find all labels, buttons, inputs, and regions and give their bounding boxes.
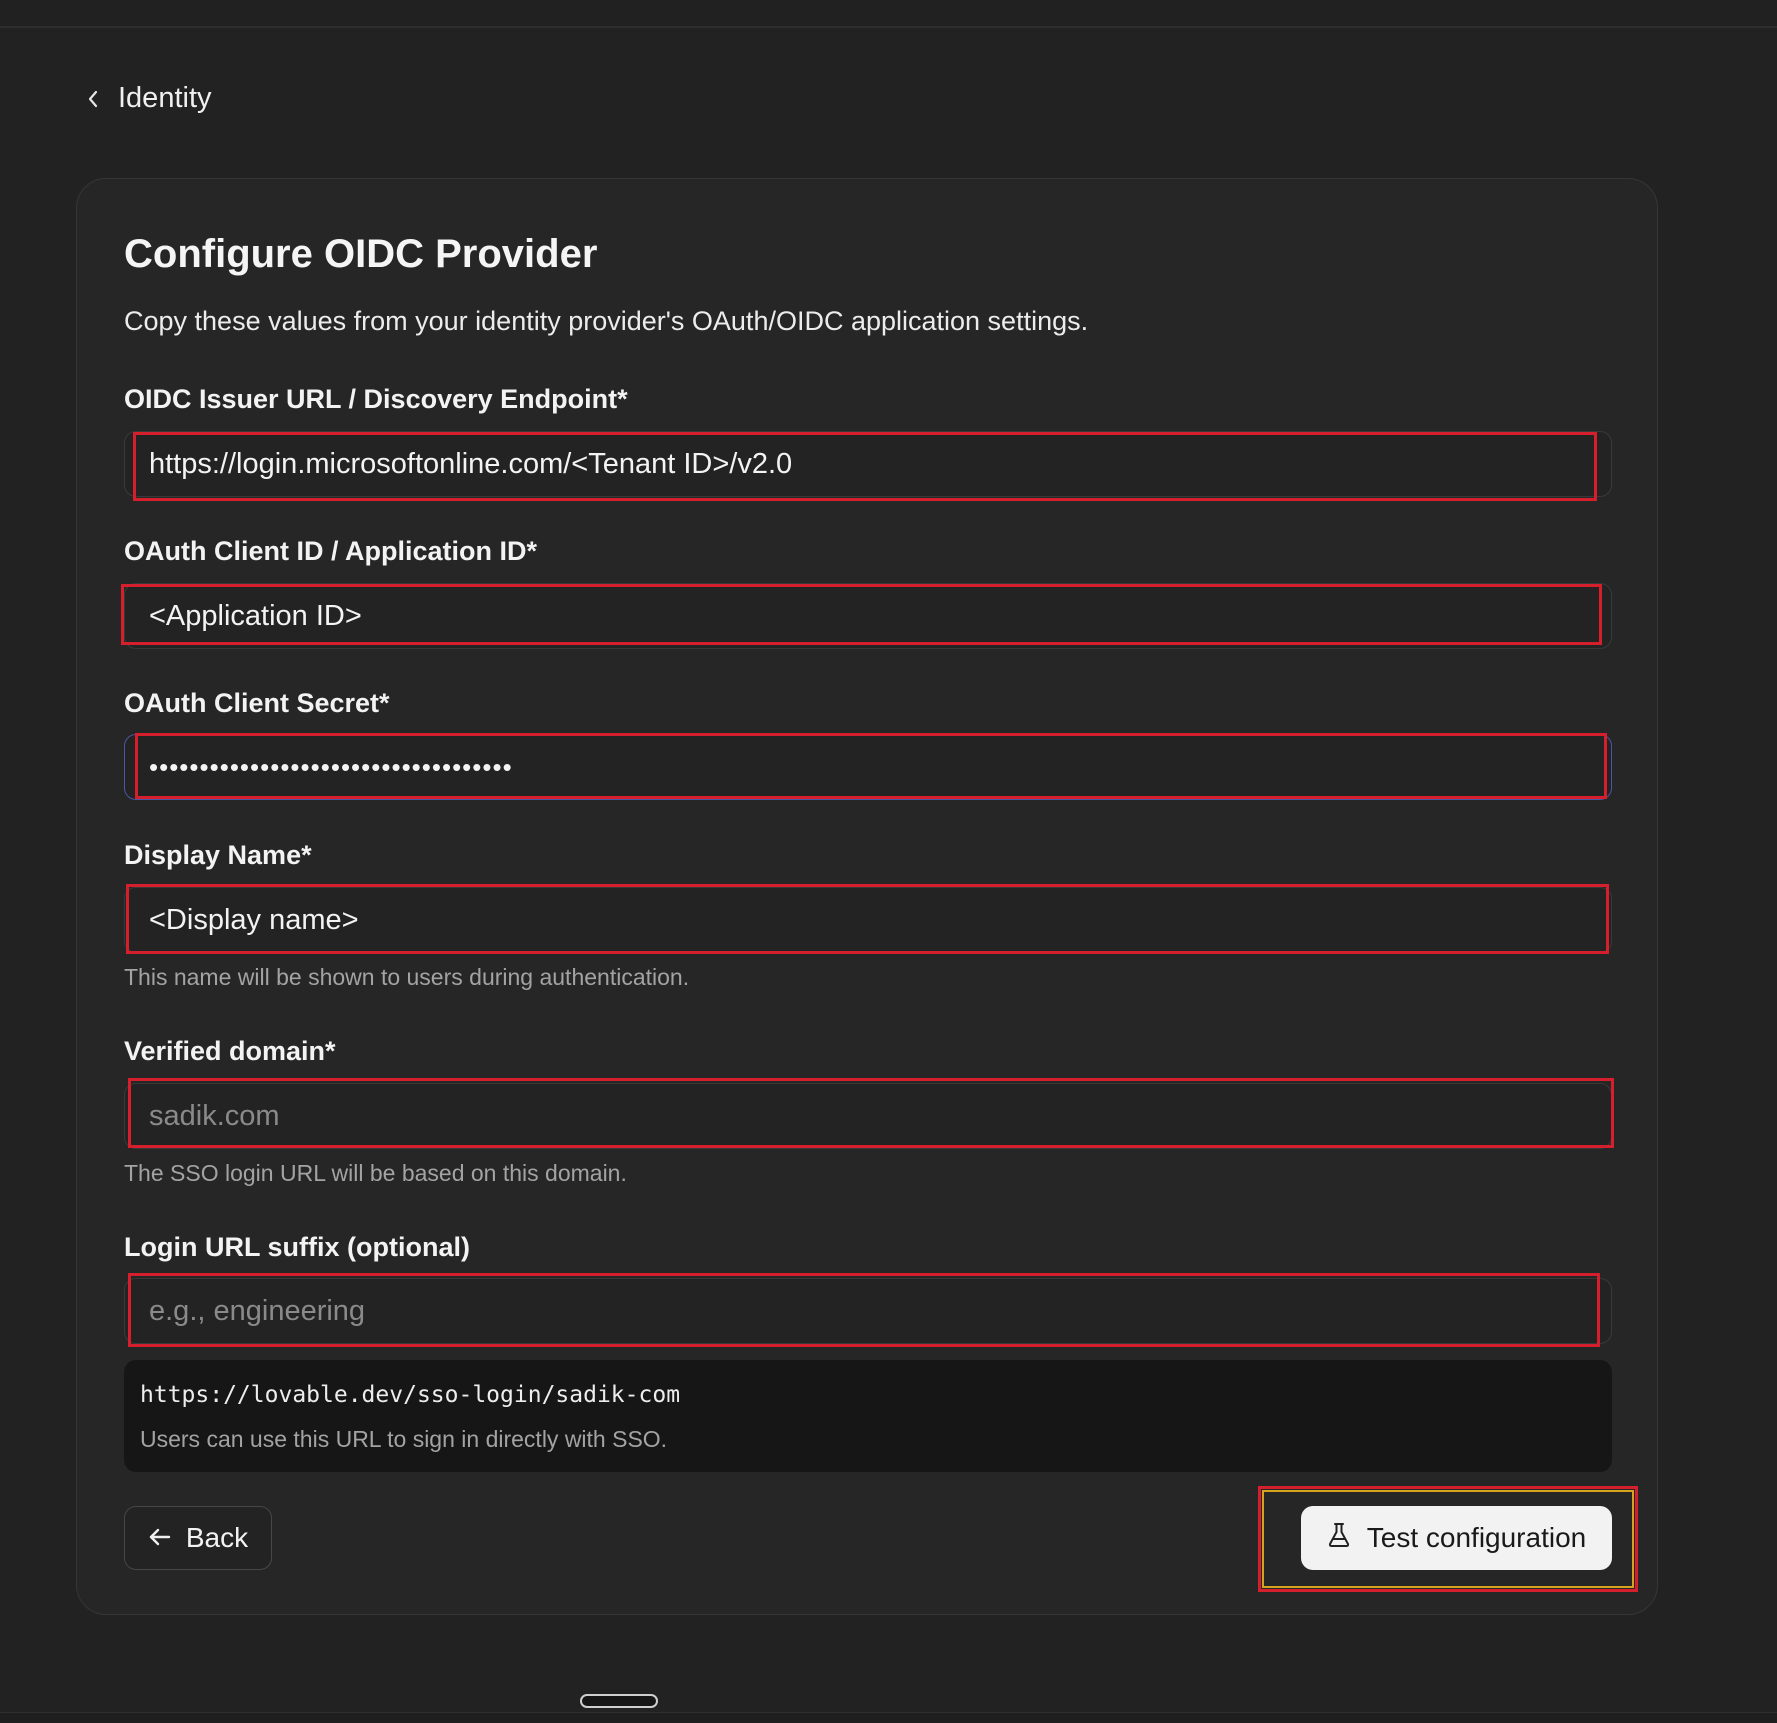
display-name-label: Display Name*: [124, 840, 312, 870]
client-id-label: OAuth Client ID / Application ID*: [124, 536, 537, 566]
issuer-url-label: OIDC Issuer URL / Discovery Endpoint*: [124, 384, 628, 414]
arrow-left-icon: [148, 1522, 172, 1554]
breadcrumb-back-identity[interactable]: Identity: [86, 82, 212, 115]
sso-url-note: Users can use this URL to sign in direct…: [140, 1426, 668, 1452]
issuer-url-input[interactable]: [124, 431, 1612, 497]
home-indicator: [580, 1694, 658, 1708]
display-name-input[interactable]: [124, 887, 1612, 953]
client-id-input[interactable]: [124, 583, 1612, 649]
login-suffix-input[interactable]: [124, 1278, 1612, 1344]
test-configuration-button[interactable]: Test configuration: [1301, 1506, 1612, 1570]
sso-url-preview: https://lovable.dev/sso-login/sadik-com …: [124, 1360, 1612, 1472]
page-title: Configure OIDC Provider: [124, 232, 598, 276]
client-secret-input[interactable]: [124, 734, 1612, 800]
client-secret-label: OAuth Client Secret*: [124, 688, 390, 718]
page-subtitle: Copy these values from your identity pro…: [124, 306, 1089, 336]
login-suffix-label: Login URL suffix (optional): [124, 1232, 470, 1262]
verified-domain-input[interactable]: [124, 1083, 1612, 1149]
back-button-label: Back: [185, 1522, 249, 1553]
top-bar: [0, 0, 1777, 28]
verified-domain-label: Verified domain*: [124, 1036, 336, 1066]
verified-domain-helper: The SSO login URL will be based on this …: [124, 1160, 627, 1186]
test-configuration-label: Test configuration: [1366, 1522, 1587, 1553]
breadcrumb-label: Identity: [118, 82, 212, 114]
sso-login-url: https://lovable.dev/sso-login/sadik-com: [140, 1382, 681, 1408]
back-button[interactable]: Back: [124, 1506, 272, 1570]
bottom-bar: [0, 1712, 1777, 1723]
flask-icon: [1327, 1522, 1351, 1555]
display-name-helper: This name will be shown to users during …: [124, 964, 690, 990]
chevron-left-icon: [86, 90, 100, 108]
